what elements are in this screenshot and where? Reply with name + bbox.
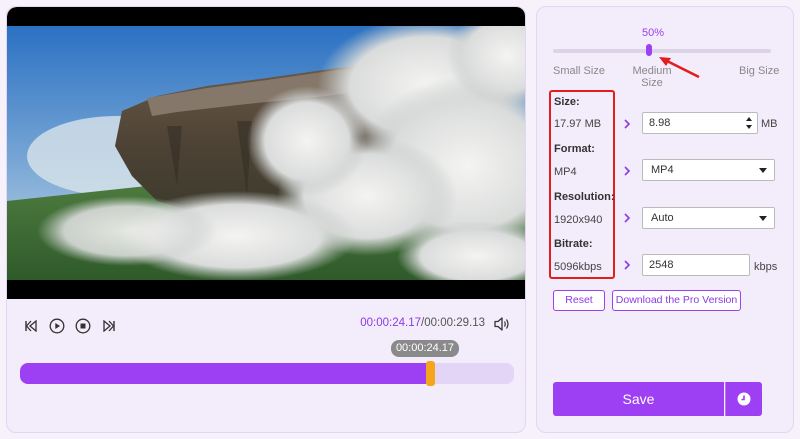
target-bitrate-input[interactable]: 2548 xyxy=(642,254,750,276)
preview-panel: 00:00:24.17/00:00:29.13 00:00:24.17 xyxy=(6,6,526,433)
original-bitrate-value: 5096kbps xyxy=(554,261,602,273)
target-size-input[interactable]: 8.98 xyxy=(642,112,758,134)
small-size-label: Small Size xyxy=(553,65,605,77)
size-unit: MB xyxy=(761,118,778,130)
total-time: 00:00:29.13 xyxy=(424,317,485,329)
size-slider-handle[interactable] xyxy=(645,44,652,56)
chevron-right-icon xyxy=(624,213,631,223)
time-readout: 00:00:24.17/00:00:29.13 xyxy=(360,317,485,329)
bitrate-label: Bitrate: xyxy=(554,238,593,250)
video-player[interactable] xyxy=(7,7,525,299)
current-time: 00:00:24.17 xyxy=(360,317,422,329)
target-bitrate-value: 2548 xyxy=(649,259,674,271)
resolution-select[interactable]: Auto xyxy=(642,207,775,229)
dropdown-caret-icon xyxy=(759,168,767,173)
resolution-selected-value: Auto xyxy=(651,212,674,224)
dropdown-caret-icon xyxy=(759,216,767,221)
original-size-value: 17.97 MB xyxy=(554,118,602,130)
bitrate-unit: kbps xyxy=(754,261,778,273)
original-resolution-value: 1920x940 xyxy=(554,214,603,226)
big-size-label: Big Size xyxy=(739,65,780,77)
timeline-handle[interactable] xyxy=(426,361,436,386)
format-label: Format: xyxy=(554,143,595,155)
chevron-right-icon xyxy=(624,166,631,176)
fast-forward-icon[interactable] xyxy=(99,316,119,336)
play-icon[interactable] xyxy=(47,316,67,336)
rewind-icon[interactable] xyxy=(21,316,41,336)
format-selected-value: MP4 xyxy=(651,164,674,176)
format-select[interactable]: MP4 xyxy=(642,159,775,181)
resolution-label: Resolution: xyxy=(554,191,615,203)
schedule-button[interactable] xyxy=(725,382,762,416)
size-percent-label: 50% xyxy=(642,27,665,39)
stop-icon[interactable] xyxy=(73,316,93,336)
time-tooltip: 00:00:24.17 xyxy=(391,340,459,357)
download-pro-button[interactable]: Download the Pro Version xyxy=(612,290,741,311)
timeline-track[interactable] xyxy=(20,361,514,386)
size-label: Size: xyxy=(554,96,580,108)
chevron-right-icon xyxy=(624,119,631,129)
chevron-right-icon xyxy=(624,260,631,270)
original-format-value: MP4 xyxy=(554,166,577,178)
volume-icon[interactable] xyxy=(493,315,515,337)
video-frame-image xyxy=(7,26,525,280)
clock-icon xyxy=(737,392,751,406)
size-spinner-icon[interactable] xyxy=(745,116,753,130)
settings-panel: 50% Small Size Medium Size Big Size Size… xyxy=(536,6,794,433)
timeline-progress xyxy=(20,363,431,384)
target-size-value: 8.98 xyxy=(649,117,671,129)
save-button[interactable]: Save xyxy=(553,382,724,416)
reset-button[interactable]: Reset xyxy=(553,290,605,311)
annotation-arrow-icon xyxy=(659,57,700,79)
